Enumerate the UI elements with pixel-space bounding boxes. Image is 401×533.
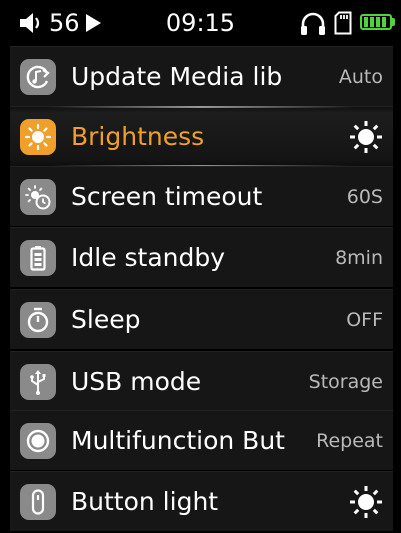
menu-item-update-media-lib[interactable]: Update Media lib Auto bbox=[10, 46, 393, 106]
menu-item-usb-mode[interactable]: USB mode Storage bbox=[10, 351, 393, 411]
menu-item-screen-timeout[interactable]: Screen timeout 60S bbox=[10, 166, 393, 226]
menu-item-label: USB mode bbox=[71, 367, 202, 396]
battery-standby-icon bbox=[20, 240, 56, 276]
multifunction-button-icon bbox=[20, 423, 56, 459]
menu-item-sleep[interactable]: Sleep OFF bbox=[10, 289, 393, 349]
usb-icon bbox=[20, 364, 56, 400]
headphones-icon bbox=[301, 12, 325, 35]
menu-item-label: Update Media lib bbox=[71, 62, 283, 91]
menu-item-brightness[interactable]: Brightness bbox=[10, 106, 393, 167]
button-light-icon bbox=[20, 484, 56, 520]
menu-item-label: Idle standby bbox=[71, 243, 226, 272]
sun-icon bbox=[350, 486, 382, 518]
menu-item-value: Storage bbox=[308, 371, 383, 393]
menu-item-label: Sleep bbox=[71, 305, 141, 334]
menu-item-value: Auto bbox=[338, 66, 383, 88]
menu-item-idle-standby[interactable]: Idle standby 8min bbox=[10, 227, 393, 287]
menu-item-multifunction-button[interactable]: Multifunction But Repeat bbox=[10, 410, 393, 470]
menu-item-label: Button light bbox=[71, 487, 219, 516]
menu-item-value: Repeat bbox=[316, 430, 383, 452]
menu-item-value: 60S bbox=[346, 186, 383, 208]
timer-icon bbox=[20, 302, 56, 338]
refresh-music-icon bbox=[20, 59, 56, 95]
menu-item-label: Multifunction But bbox=[71, 426, 285, 455]
menu-item-value: OFF bbox=[346, 309, 383, 331]
menu-item-label: Screen timeout bbox=[71, 182, 263, 211]
status-bar: 56 09:15 bbox=[0, 0, 401, 46]
menu-item-label: Brightness bbox=[71, 122, 205, 151]
brightness-icon bbox=[20, 119, 56, 155]
device-screen: 56 09:15 Update Media lib Auto Brightnes… bbox=[0, 0, 401, 533]
sd-card-icon bbox=[334, 11, 352, 35]
screen-timeout-icon bbox=[20, 179, 56, 215]
menu-item-button-light[interactable]: Button light bbox=[10, 471, 393, 531]
sun-icon bbox=[350, 121, 382, 153]
menu-item-value: 8min bbox=[335, 247, 383, 269]
